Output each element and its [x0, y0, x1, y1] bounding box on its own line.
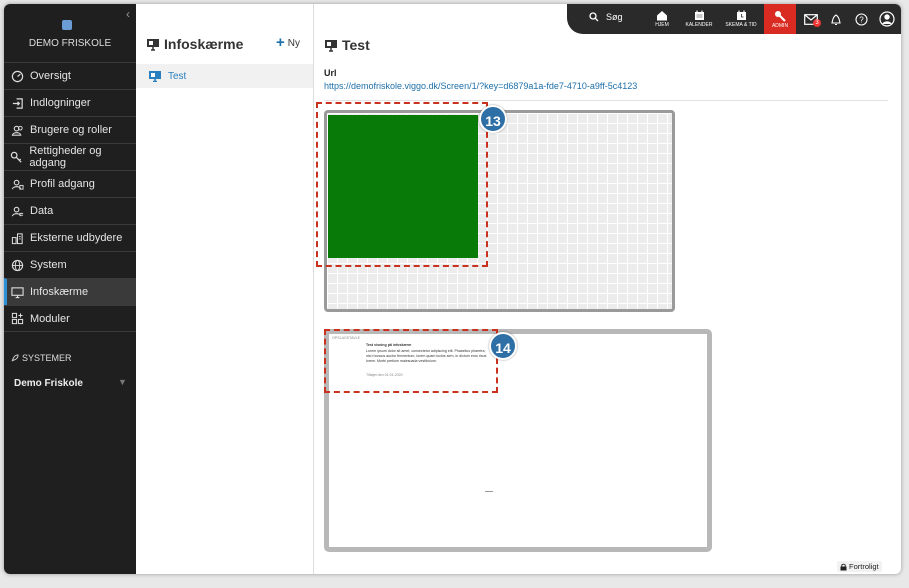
monitor-icon — [149, 71, 161, 82]
sidebar: ‹ DEMO FRISKOLE Oversigt Indlogninger Br… — [4, 4, 136, 574]
screen-url-link[interactable]: https://demofriskole.viggo.dk/Screen/1/?… — [324, 81, 637, 91]
divider — [324, 100, 888, 101]
lock-icon — [840, 563, 847, 570]
external-providers-icon — [10, 231, 24, 245]
systems-school-selector[interactable]: Demo Friskole — [14, 378, 83, 389]
calendar-icon — [694, 10, 704, 20]
plus-icon: + — [276, 34, 285, 51]
sidebar-item-label: Oversigt — [30, 70, 71, 82]
confidential-label: Fortroligt — [849, 562, 879, 571]
search-button[interactable]: Søg — [589, 12, 623, 22]
sidebar-nav: Oversigt Indlogninger Brugere og roller … — [4, 62, 136, 332]
school-logo — [62, 20, 72, 30]
caret-down-icon[interactable]: ▼ — [118, 377, 127, 387]
list-item[interactable]: Test — [136, 64, 313, 88]
home-icon — [657, 11, 667, 21]
schedule-label: SKEMA & TID — [725, 22, 757, 28]
bell-icon — [831, 13, 841, 25]
sidebar-item-oversigt[interactable]: Oversigt — [4, 62, 136, 89]
key-icon — [10, 150, 23, 164]
search-icon — [589, 12, 599, 22]
globe-icon — [10, 258, 24, 272]
new-button[interactable]: + Ny — [276, 34, 300, 51]
admin-button[interactable]: ADMIN — [764, 4, 796, 34]
list-title-text: Infoskærme — [164, 36, 244, 52]
sidebar-item-label: Rettigheder og adgang — [29, 145, 102, 169]
list-title: Infoskærme — [146, 36, 243, 52]
monitor-icon — [147, 38, 159, 51]
home-button[interactable]: HJEM — [649, 4, 675, 34]
calendar-button[interactable]: KALENDER — [681, 4, 717, 34]
sidebar-item-label: Indlogninger — [30, 97, 91, 109]
page-title-text: Test — [342, 37, 370, 53]
list-panel: Infoskærme + Ny Test — [136, 4, 314, 574]
confidential-button[interactable]: Fortroligt — [837, 561, 882, 572]
sidebar-item-profil-adgang[interactable]: Profil adgang — [4, 170, 136, 197]
modules-icon — [10, 312, 24, 326]
url-label: Url — [324, 68, 337, 78]
calendar-label: KALENDER — [685, 22, 713, 28]
app-window: ‹ DEMO FRISKOLE Oversigt Indlogninger Br… — [4, 4, 901, 574]
profile-access-icon — [10, 177, 24, 191]
sidebar-item-brugere[interactable]: Brugere og roller — [4, 116, 136, 143]
help-icon: ? — [854, 12, 868, 26]
user-avatar-icon — [879, 11, 895, 27]
sidebar-item-infoskaerme[interactable]: Infoskærme — [4, 278, 136, 305]
top-bar: Søg HJEM KALENDER SKEMA & TID ADMIN 3 ? — [567, 4, 901, 34]
schedule-icon — [736, 10, 746, 20]
sidebar-item-eksterne[interactable]: Eksterne udbydere — [4, 224, 136, 251]
login-icon — [10, 96, 24, 110]
sidebar-item-label: Data — [30, 205, 54, 217]
collapse-sidebar-icon[interactable]: ‹ — [126, 7, 130, 21]
sidebar-item-label: Eksterne udbydere — [30, 232, 123, 244]
sidebar-item-rettigheder[interactable]: Rettigheder og adgang — [4, 143, 136, 170]
callout-13: 13 — [479, 105, 507, 133]
sidebar-item-label: Profil adgang — [30, 178, 95, 190]
list-item-label: Test — [168, 70, 187, 82]
highlight-box-13 — [316, 102, 488, 267]
wrench-icon — [775, 10, 786, 22]
detail-panel: Test Url https://demofriskole.viggo.dk/S… — [314, 34, 901, 574]
home-label: HJEM — [655, 22, 669, 28]
sidebar-item-system[interactable]: System — [4, 251, 136, 278]
schedule-button[interactable]: SKEMA & TID — [720, 4, 762, 34]
sidebar-item-label: Brugere og roller — [30, 124, 112, 136]
systems-title: SYSTEMER — [22, 353, 72, 363]
sidebar-item-label: Infoskærme — [30, 286, 89, 298]
board-center-mark — [485, 491, 493, 492]
search-label: Søg — [606, 12, 623, 22]
help-button[interactable]: ? — [851, 4, 871, 34]
user-profile-button[interactable] — [876, 4, 898, 34]
users-icon — [10, 123, 24, 137]
data-icon — [10, 204, 24, 218]
new-button-label: Ny — [287, 37, 300, 49]
rocket-icon — [11, 353, 19, 362]
svg-text:?: ? — [859, 15, 864, 24]
sidebar-item-indlogninger[interactable]: Indlogninger — [4, 89, 136, 116]
sidebar-item-moduler[interactable]: Moduler — [4, 305, 136, 332]
callout-14: 14 — [489, 332, 517, 360]
admin-label: ADMIN — [771, 22, 789, 29]
highlight-box-14 — [324, 329, 498, 393]
page-title: Test — [324, 37, 370, 53]
sidebar-item-label: System — [30, 259, 67, 271]
notifications-button[interactable] — [826, 4, 846, 34]
monitor-icon — [325, 39, 337, 52]
systems-heading: SYSTEMER — [10, 353, 72, 363]
school-name: DEMO FRISKOLE — [28, 38, 112, 49]
sidebar-item-data[interactable]: Data — [4, 197, 136, 224]
messages-count-badge: 3 — [813, 19, 821, 27]
dashboard-icon — [10, 69, 24, 83]
sidebar-item-label: Moduler — [30, 312, 70, 325]
monitor-icon — [10, 285, 24, 299]
